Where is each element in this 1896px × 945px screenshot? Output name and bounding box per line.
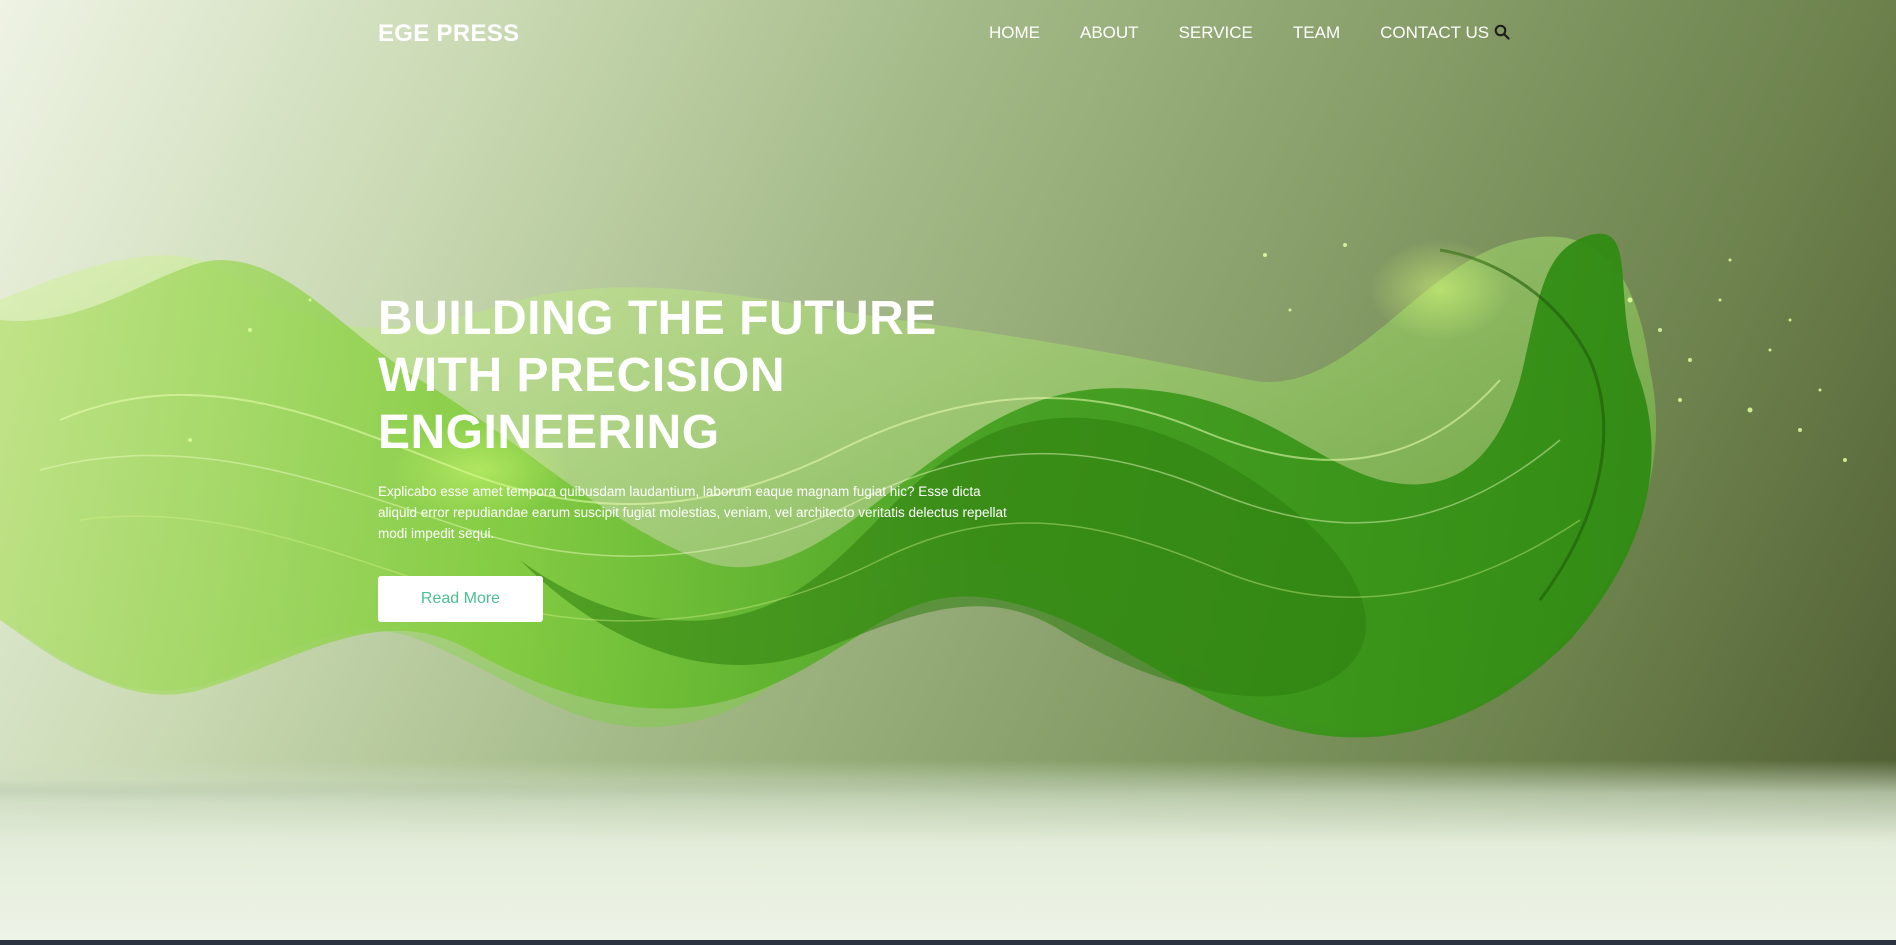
headline-line-1: BUILDING THE FUTURE <box>378 292 937 345</box>
headline-line-2: WITH PRECISION <box>378 349 786 402</box>
headline-line-3: ENGINEERING <box>378 406 720 459</box>
nav-menu: HOME ABOUT SERVICE TEAM CONTACT US <box>989 23 1529 43</box>
nav-item-about[interactable]: ABOUT <box>1080 23 1139 43</box>
search-button[interactable] <box>1494 24 1514 44</box>
hero-description: Explicabo esse amet tempora quibusdam la… <box>378 484 1007 541</box>
read-more-button[interactable]: Read More <box>378 576 543 622</box>
navbar: EGE PRESS HOME ABOUT SERVICE TEAM CONTAC… <box>378 0 1518 68</box>
nav-item-service[interactable]: SERVICE <box>1179 23 1253 43</box>
hero-section: EGE PRESS HOME ABOUT SERVICE TEAM CONTAC… <box>0 0 1896 945</box>
nav-item-home[interactable]: HOME <box>989 23 1040 43</box>
nav-item-contact-us[interactable]: CONTACT US <box>1380 23 1489 43</box>
nav-item-team[interactable]: TEAM <box>1293 23 1340 43</box>
floor-reflection <box>0 760 1896 945</box>
hero-headline: BUILDING THE FUTURE WITH PRECISION ENGIN… <box>378 290 1038 461</box>
bottom-edge-bar <box>0 940 1896 945</box>
search-icon <box>1494 24 1510 40</box>
brand-logo[interactable]: EGE PRESS <box>378 20 519 48</box>
hero-content: BUILDING THE FUTURE WITH PRECISION ENGIN… <box>378 290 1038 622</box>
